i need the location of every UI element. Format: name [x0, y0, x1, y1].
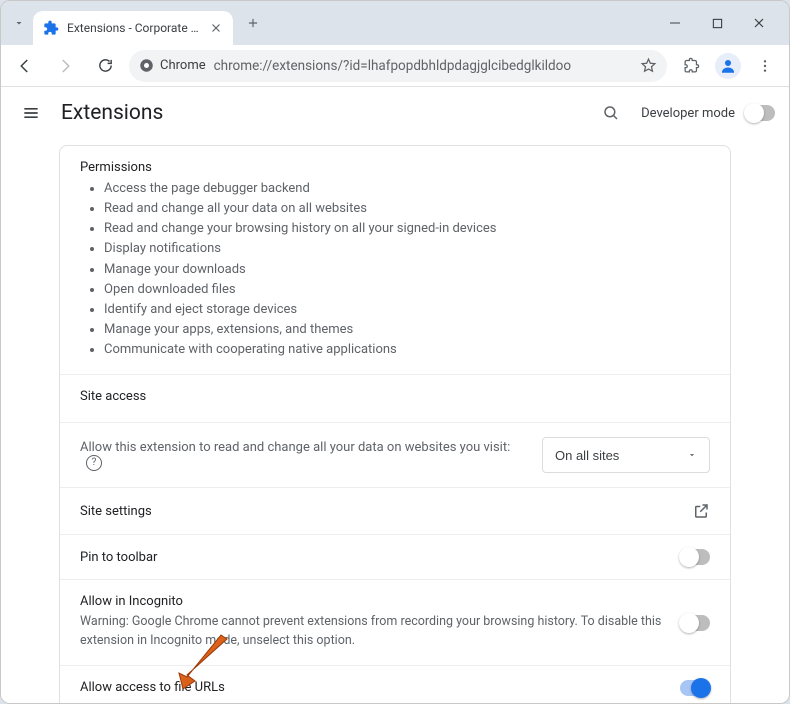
- permissions-section: Permissions Access the page debugger bac…: [60, 146, 730, 374]
- extensions-button[interactable]: [675, 50, 707, 82]
- browser-tab[interactable]: Extensions - Corporate Monitor: [33, 11, 233, 45]
- site-access-dropdown[interactable]: On all sites: [542, 437, 710, 473]
- pin-toolbar-row: Pin to toolbar: [60, 534, 730, 579]
- content-scroller[interactable]: Permissions Access the page debugger bac…: [1, 139, 789, 703]
- incognito-row: Allow in Incognito Warning: Google Chrom…: [60, 579, 730, 665]
- hamburger-menu-button[interactable]: [15, 97, 47, 129]
- permission-item: Identify and eject storage devices: [104, 300, 710, 320]
- new-tab-button[interactable]: [239, 9, 267, 37]
- extension-detail-card: Permissions Access the page debugger bac…: [59, 145, 731, 703]
- incognito-toggle[interactable]: [680, 615, 710, 631]
- star-icon[interactable]: [640, 57, 657, 74]
- close-tab-icon[interactable]: [209, 21, 223, 35]
- site-access-title: Site access: [80, 389, 710, 404]
- file-urls-toggle[interactable]: [680, 680, 710, 696]
- window-minimize-button[interactable]: [655, 7, 695, 39]
- search-button[interactable]: [595, 97, 627, 129]
- dev-mode-toggle[interactable]: [745, 105, 775, 121]
- back-button[interactable]: [9, 50, 41, 82]
- extensions-header: Extensions Developer mode: [1, 87, 789, 139]
- chevron-down-icon: [687, 450, 697, 460]
- site-access-row: Allow this extension to read and change …: [60, 422, 730, 487]
- pin-toggle[interactable]: [680, 549, 710, 565]
- profile-avatar[interactable]: [715, 53, 741, 79]
- permission-item: Read and change your browsing history on…: [104, 219, 710, 239]
- window-maximize-button[interactable]: [697, 7, 737, 39]
- incognito-warning: Warning: Google Chrome cannot prevent ex…: [80, 613, 670, 651]
- permission-item: Display notifications: [104, 239, 710, 259]
- window-close-button[interactable]: [739, 7, 779, 39]
- url-text: chrome://extensions/?id=lhafpopdbhldpdag…: [214, 58, 632, 74]
- permission-item: Communicate with cooperating native appl…: [104, 340, 710, 360]
- file-urls-row: Allow access to file URLs: [60, 665, 730, 703]
- browser-toolbar: Chrome chrome://extensions/?id=lhafpopdb…: [1, 45, 789, 87]
- incognito-label: Allow in Incognito: [80, 594, 670, 609]
- permission-item: Manage your apps, extensions, and themes: [104, 320, 710, 340]
- address-bar[interactable]: Chrome chrome://extensions/?id=lhafpopdb…: [129, 50, 667, 82]
- permission-item: Manage your downloads: [104, 260, 710, 280]
- extension-icon: [43, 20, 59, 36]
- dev-mode-label: Developer mode: [641, 106, 735, 121]
- menu-button[interactable]: [749, 50, 781, 82]
- site-settings-row[interactable]: Site settings: [60, 487, 730, 534]
- permissions-title: Permissions: [80, 160, 710, 175]
- tab-title: Extensions - Corporate Monitor: [67, 21, 201, 35]
- site-access-desc: Allow this extension to read and change …: [80, 440, 510, 455]
- reload-button[interactable]: [89, 50, 121, 82]
- permission-item: Access the page debugger backend: [104, 179, 710, 199]
- permission-item: Open downloaded files: [104, 280, 710, 300]
- page-title: Extensions: [61, 101, 163, 125]
- chrome-chip: Chrome: [139, 58, 206, 73]
- site-access-section: Site access: [60, 374, 730, 422]
- site-settings-label: Site settings: [80, 504, 682, 519]
- file-urls-label: Allow access to file URLs: [80, 680, 670, 695]
- tab-search-dropdown[interactable]: [5, 9, 33, 37]
- open-external-icon: [692, 502, 710, 520]
- help-icon[interactable]: ?: [86, 455, 102, 471]
- permission-item: Read and change all your data on all web…: [104, 199, 710, 219]
- pin-label: Pin to toolbar: [80, 550, 670, 565]
- window-titlebar: Extensions - Corporate Monitor: [1, 1, 789, 45]
- forward-button[interactable]: [49, 50, 81, 82]
